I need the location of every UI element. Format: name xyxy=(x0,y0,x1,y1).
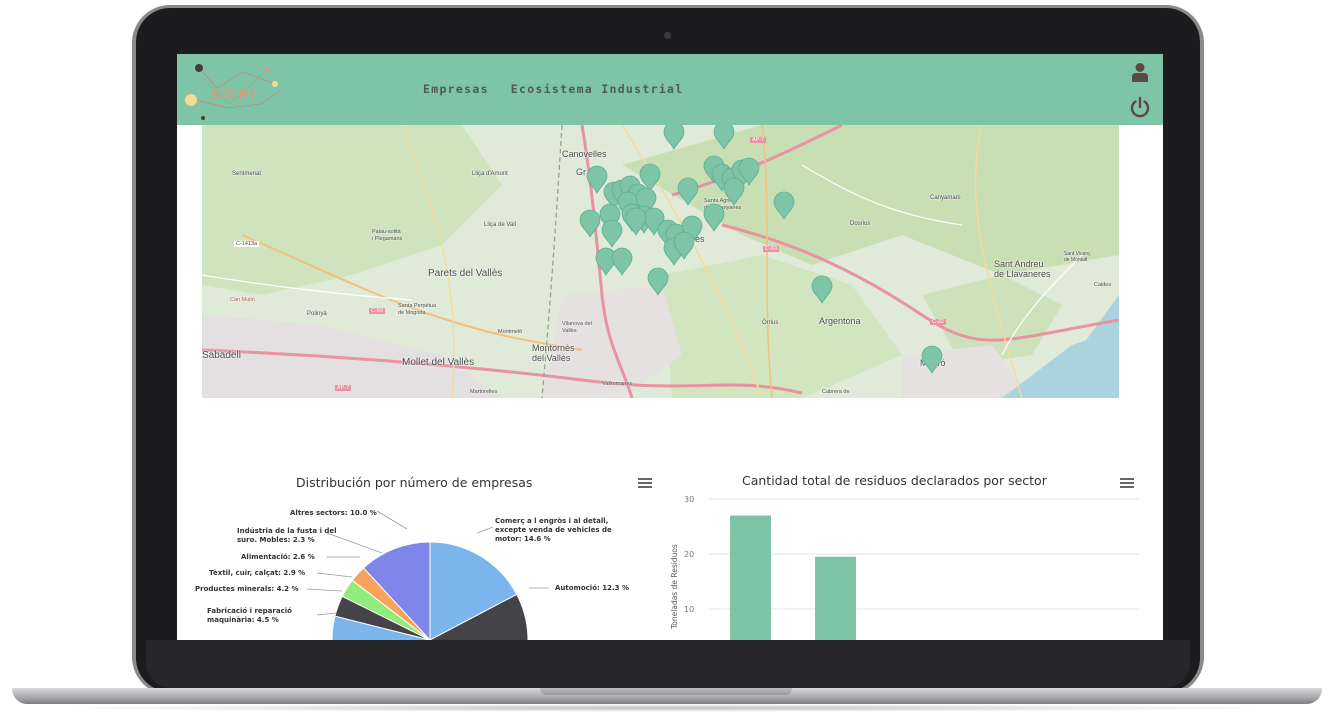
map-marker-icon[interactable] xyxy=(601,219,623,248)
pie-label-textil: Tèxtil, cuir, calçat: 2.9 % xyxy=(209,569,306,577)
laptop-notch xyxy=(540,688,792,695)
map-marker-icon[interactable] xyxy=(579,209,601,238)
pie-label-fusta: Indústria de la fusta i del suro. Mobles… xyxy=(237,527,337,544)
pie-connector-4 xyxy=(306,588,343,592)
map-marker-icon[interactable] xyxy=(811,275,833,304)
pie-label-alimentacio: Alimentació: 2.6 % xyxy=(241,553,315,561)
pie-label-maquinaria: Fabricació i reparació maquinària: 4.5 % xyxy=(207,607,292,624)
map-marker-icon[interactable] xyxy=(677,177,699,206)
laptop-chin xyxy=(146,640,1190,688)
map-marker-icon[interactable] xyxy=(647,267,669,296)
laptop-shadow xyxy=(40,704,1294,712)
pie-connector-6 xyxy=(476,526,494,534)
screen: siner Empresas Ecosistema Industrial Can… xyxy=(177,54,1163,640)
pie-label-comerc: Comerç a l engròs i al detall, excepte v… xyxy=(495,517,612,543)
map-marker-icon[interactable] xyxy=(713,125,735,150)
map-marker-icon[interactable] xyxy=(703,203,725,232)
map-marker-icon[interactable] xyxy=(586,165,608,194)
power-icon[interactable] xyxy=(1129,96,1151,118)
pie-label-altres: Altres sectors: 10.0 % xyxy=(290,509,377,517)
y-tick-10: 10 xyxy=(684,605,695,614)
logo-text: siner xyxy=(211,84,258,105)
pie-connector-3 xyxy=(316,572,353,578)
map-marker-icon[interactable] xyxy=(921,345,943,374)
pie-label-minerals: Productes minerals: 4.2 % xyxy=(195,585,299,593)
pie-chart-panel: Distribución por número de empresas Altr… xyxy=(177,449,657,640)
map-marker-icon[interactable] xyxy=(611,247,633,276)
bar-chart xyxy=(709,498,1139,641)
pie-label-automocio: Automoció: 12.3 % xyxy=(555,584,629,592)
user-icon[interactable] xyxy=(1131,62,1149,82)
map-marker-icon[interactable] xyxy=(773,191,795,220)
company-map[interactable]: Canovelles Gr Parets del Vallès Sabadell… xyxy=(202,125,1119,398)
nav-ecosistema-industrial[interactable]: Ecosistema Industrial xyxy=(511,82,684,96)
nav-empresas[interactable]: Empresas xyxy=(423,82,489,96)
app-logo[interactable]: siner xyxy=(183,60,293,122)
map-marker-icon[interactable] xyxy=(723,177,745,206)
pie-connector-5 xyxy=(316,612,338,616)
y-tick-20: 20 xyxy=(684,550,695,559)
bar-1[interactable] xyxy=(815,556,856,640)
y-axis-title: Toneladas de Residuos xyxy=(670,544,679,629)
pie-connector-0 xyxy=(376,510,408,530)
bar-chart-panel: Cantidad total de residuos declarados po… xyxy=(669,449,1163,640)
y-tick-30: 30 xyxy=(684,495,695,504)
camera-icon xyxy=(664,32,671,39)
map-marker-icon[interactable] xyxy=(663,125,685,150)
main-nav: Empresas Ecosistema Industrial xyxy=(423,82,684,96)
app-header: siner Empresas Ecosistema Industrial xyxy=(177,54,1163,125)
bar-0[interactable] xyxy=(730,515,771,641)
